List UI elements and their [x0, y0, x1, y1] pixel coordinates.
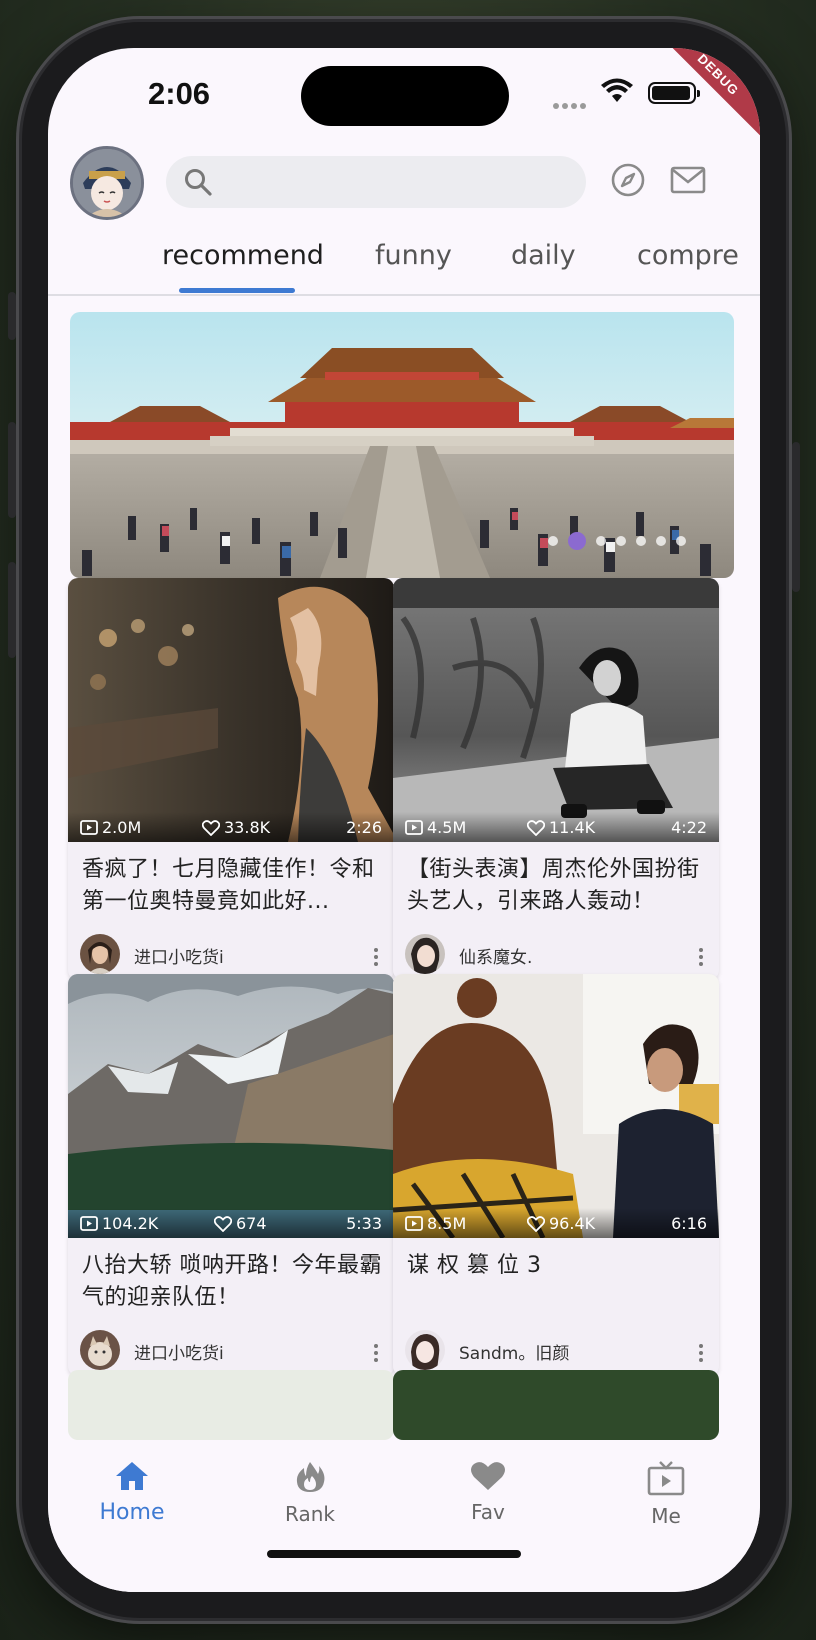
view-count: 8.5M — [405, 1214, 466, 1233]
play-square-icon — [80, 1216, 98, 1231]
owner-avatar — [80, 934, 120, 974]
view-count: 104.2K — [80, 1214, 158, 1233]
video-card[interactable] — [68, 1370, 394, 1440]
video-card[interactable]: 104.2K 674 5:33 八抬大轿 唢呐开路！今年最霸气的迎亲队伍！ 进口… — [68, 974, 394, 1376]
silent-switch — [8, 292, 16, 340]
pager-dot[interactable] — [548, 535, 558, 546]
video-duration: 4:22 — [671, 818, 707, 837]
nav-rank-label: Rank — [285, 1502, 335, 1526]
view-count: 2.0M — [80, 818, 141, 837]
like-count: 33.8K — [201, 818, 270, 837]
owner-name: 仙系魔女. — [459, 948, 533, 968]
like-count: 96.4K — [526, 1214, 595, 1233]
nav-me-label: Me — [651, 1504, 681, 1528]
search-bar[interactable] — [166, 156, 586, 208]
tab-funny[interactable]: funny — [375, 240, 452, 271]
video-thumbnail: 2.0M 33.8K 2:26 — [68, 578, 394, 842]
video-duration: 2:26 — [346, 818, 382, 837]
owner-name: 进口小吃货i — [134, 1344, 224, 1364]
video-title: 八抬大轿 唢呐开路！今年最霸气的迎亲队伍！ — [82, 1253, 382, 1310]
status-time: 2:06 — [148, 76, 211, 111]
video-title: 【街头表演】周杰伦外国扮街头艺人，引来路人轰动！ — [407, 857, 700, 914]
video-thumbnail: 4.5M 11.4K 4:22 — [393, 578, 719, 842]
nav-rank[interactable]: Rank — [250, 1460, 370, 1526]
bottom-navigation: Home Rank Fav Me — [48, 1440, 760, 1592]
owner-name: Sandm。旧颜 — [459, 1344, 570, 1364]
owner-avatar — [80, 1330, 120, 1370]
heart-outline-icon — [526, 1216, 546, 1233]
video-card[interactable]: 4.5M 11.4K 4:22 【街头表演】周杰伦外国扮街头艺人，引来路人轰动！… — [393, 578, 719, 980]
home-icon — [116, 1462, 148, 1490]
video-stats: 8.5M 96.4K 6:16 — [393, 1208, 719, 1238]
owner-avatar — [405, 934, 445, 974]
pager-dot[interactable] — [596, 535, 606, 546]
fire-icon — [296, 1462, 325, 1492]
nav-fav-label: Fav — [471, 1500, 505, 1524]
tab-recommend[interactable]: recommend — [162, 240, 324, 271]
video-title: 谋 权 篡 位 3 — [407, 1253, 542, 1278]
app-screen: 2:06 DEBUG recommend funny daily compre … — [48, 48, 760, 1592]
heart-outline-icon — [201, 820, 221, 837]
video-card[interactable] — [393, 1370, 719, 1440]
wifi-icon — [601, 78, 633, 102]
avatar[interactable] — [70, 146, 144, 220]
pager-dot[interactable] — [636, 535, 646, 546]
nav-home[interactable]: Home — [72, 1460, 192, 1525]
more-options-icon[interactable] — [374, 948, 378, 966]
play-square-icon — [80, 820, 98, 835]
video-stats: 4.5M 11.4K 4:22 — [393, 812, 719, 842]
tab-compre[interactable]: compre — [637, 240, 739, 271]
heart-outline-icon — [213, 1216, 233, 1233]
mail-icon[interactable] — [670, 162, 706, 198]
dynamic-island — [301, 66, 509, 126]
tab-indicator — [179, 288, 295, 293]
pager-dot-active[interactable] — [568, 531, 586, 550]
video-card[interactable]: 2.0M 33.8K 2:26 香疯了！七月隐藏佳作！令和第一位奥特曼竟如此好.… — [68, 578, 394, 980]
nav-me[interactable]: Me — [606, 1460, 726, 1528]
video-title: 香疯了！七月隐藏佳作！令和第一位奥特曼竟如此好... — [82, 857, 375, 914]
more-options-icon[interactable] — [699, 1344, 703, 1362]
owner-avatar — [405, 1330, 445, 1370]
view-count: 4.5M — [405, 818, 466, 837]
volume-down-button — [8, 562, 16, 658]
compass-icon[interactable] — [610, 162, 646, 198]
category-tabs: recommend funny daily compre — [48, 228, 760, 296]
volume-up-button — [8, 422, 16, 518]
video-card[interactable]: 8.5M 96.4K 6:16 谋 权 篡 位 3 Sandm。旧颜 — [393, 974, 719, 1376]
video-thumbnail: 8.5M 96.4K 6:16 — [393, 974, 719, 1238]
video-thumbnail: 104.2K 674 5:33 — [68, 974, 394, 1238]
owner-name: 进口小吃货i — [134, 948, 224, 968]
more-options-icon[interactable] — [374, 1344, 378, 1362]
play-square-icon — [405, 820, 423, 835]
video-stats: 2.0M 33.8K 2:26 — [68, 812, 394, 842]
pager-dot[interactable] — [616, 535, 626, 546]
play-square-icon — [405, 1216, 423, 1231]
banner-carousel[interactable] — [70, 312, 734, 578]
pager-dot[interactable] — [656, 535, 666, 546]
video-duration: 6:16 — [671, 1214, 707, 1233]
heart-outline-icon — [526, 820, 546, 837]
more-options-icon[interactable] — [699, 948, 703, 966]
heart-icon — [471, 1462, 505, 1490]
battery-icon — [648, 82, 700, 104]
like-count: 674 — [213, 1214, 267, 1233]
home-indicator[interactable] — [267, 1550, 521, 1558]
tab-daily[interactable]: daily — [511, 240, 576, 271]
nav-home-label: Home — [99, 1500, 165, 1525]
search-icon — [185, 169, 212, 196]
signal-dots-icon — [553, 94, 589, 113]
pager-dot[interactable] — [676, 535, 686, 546]
tv-icon — [647, 1461, 685, 1496]
power-button — [792, 442, 800, 592]
video-stats: 104.2K 674 5:33 — [68, 1208, 394, 1238]
nav-fav[interactable]: Fav — [428, 1460, 548, 1524]
status-bar: 2:06 DEBUG — [48, 48, 760, 148]
video-duration: 5:33 — [346, 1214, 382, 1233]
like-count: 11.4K — [526, 818, 595, 837]
banner-pager — [548, 530, 696, 550]
